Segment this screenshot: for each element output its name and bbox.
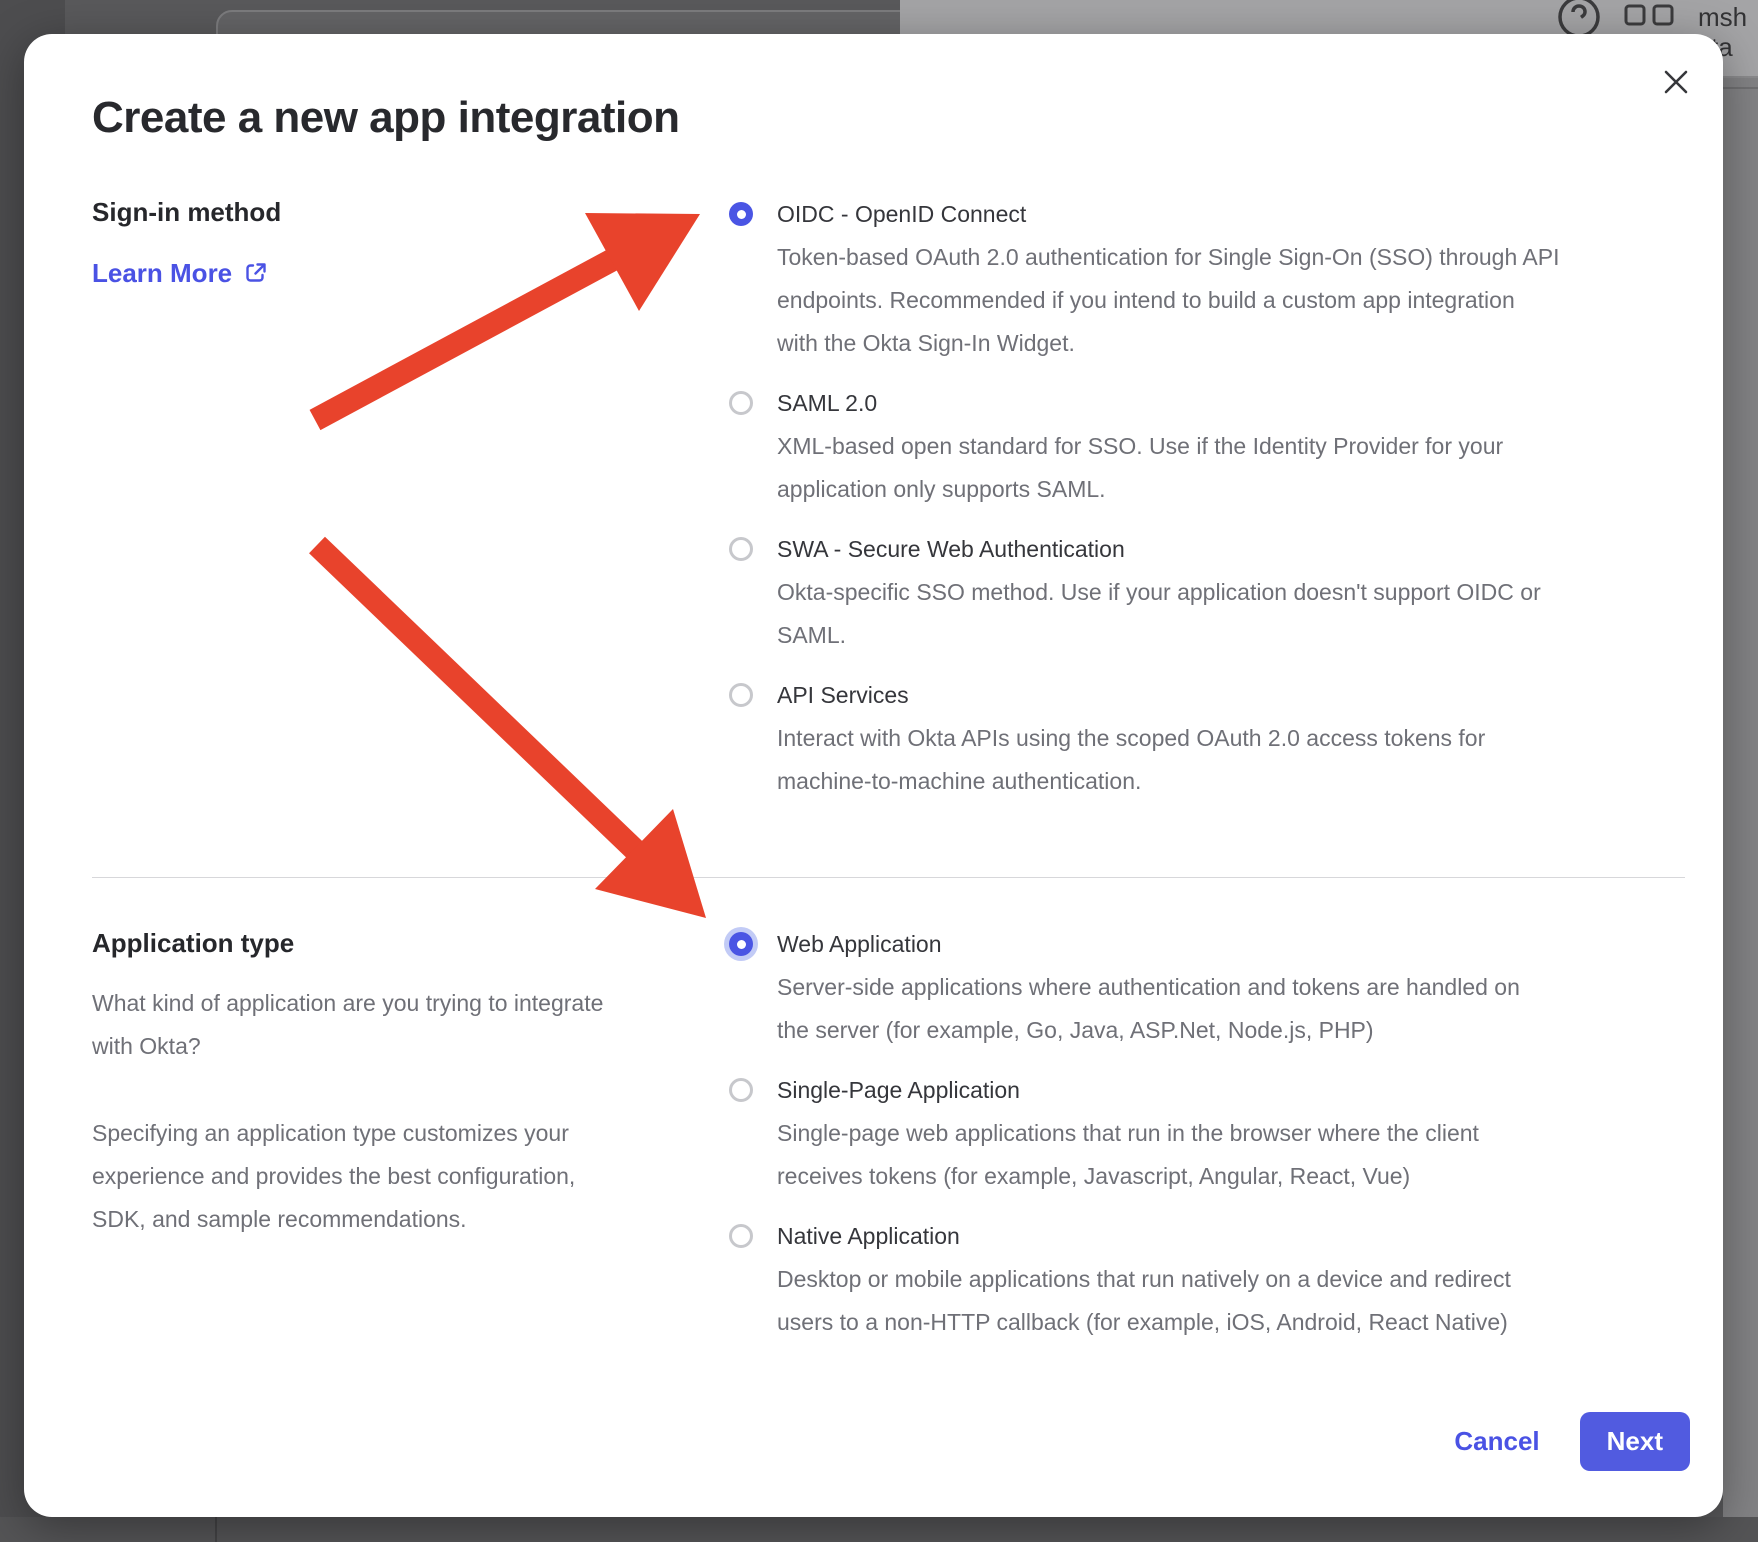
learn-more-link[interactable]: Learn More <box>92 256 268 290</box>
radio-saml[interactable] <box>729 391 753 415</box>
option-web-application-description: Server-side applications where authentic… <box>777 966 1520 1052</box>
option-oidc[interactable]: OIDC - OpenID Connect Token-based OAuth … <box>729 193 1694 365</box>
option-swa[interactable]: SWA - Secure Web Authentication Okta-spe… <box>729 528 1694 657</box>
option-web-application[interactable]: Web Application Server-side applications… <box>729 923 1694 1052</box>
close-icon <box>1661 67 1691 97</box>
option-saml-title: SAML 2.0 <box>777 382 1503 425</box>
option-saml-description: XML-based open standard for SSO. Use if … <box>777 425 1503 511</box>
radio-web-application-selected[interactable] <box>729 932 753 956</box>
option-web-application-title: Web Application <box>777 923 1520 966</box>
signin-method-options: OIDC - OpenID Connect Token-based OAuth … <box>729 193 1694 820</box>
background-bottom-strip <box>0 1517 1758 1542</box>
option-api-services[interactable]: API Services Interact with Okta APIs usi… <box>729 674 1694 803</box>
option-oidc-title: OIDC - OpenID Connect <box>777 193 1559 236</box>
background-header-border <box>1723 87 1758 89</box>
section-divider <box>92 877 1685 878</box>
radio-api-services[interactable] <box>729 683 753 707</box>
radio-oidc-selected[interactable] <box>729 202 753 226</box>
option-single-page-application[interactable]: Single-Page Application Single-page web … <box>729 1069 1694 1198</box>
create-app-integration-dialog: Create a new app integration Sign-in met… <box>24 34 1723 1517</box>
background-bottom-divider <box>215 1517 217 1542</box>
application-type-question: What kind of application are you trying … <box>92 982 717 1068</box>
radio-single-page-application[interactable] <box>729 1078 753 1102</box>
application-type-heading: Application type <box>92 926 294 960</box>
option-api-services-title: API Services <box>777 674 1485 717</box>
next-button[interactable]: Next <box>1580 1412 1690 1471</box>
dialog-footer: Cancel Next <box>1454 1412 1690 1471</box>
option-single-page-application-description: Single-page web applications that run in… <box>777 1112 1479 1198</box>
learn-more-label: Learn More <box>92 256 232 290</box>
radio-native-application[interactable] <box>729 1224 753 1248</box>
option-single-page-application-title: Single-Page Application <box>777 1069 1479 1112</box>
application-type-options: Web Application Server-side applications… <box>729 923 1694 1361</box>
option-oidc-description: Token-based OAuth 2.0 authentication for… <box>777 236 1559 365</box>
signin-method-heading: Sign-in method <box>92 195 281 229</box>
external-link-icon <box>244 261 268 285</box>
background-right-strip <box>1723 78 1758 1517</box>
cancel-button[interactable]: Cancel <box>1454 1426 1539 1457</box>
option-native-application[interactable]: Native Application Desktop or mobile app… <box>729 1215 1694 1344</box>
option-swa-title: SWA - Secure Web Authentication <box>777 528 1541 571</box>
close-button[interactable] <box>1654 60 1698 104</box>
account-text-line1: msh <box>1698 2 1747 32</box>
radio-swa[interactable] <box>729 537 753 561</box>
apps-grid-icon <box>1624 4 1676 33</box>
option-native-application-title: Native Application <box>777 1215 1511 1258</box>
dialog-title: Create a new app integration <box>92 90 679 146</box>
option-saml[interactable]: SAML 2.0 XML-based open standard for SSO… <box>729 382 1694 511</box>
option-api-services-description: Interact with Okta APIs using the scoped… <box>777 717 1485 803</box>
option-swa-description: Okta-specific SSO method. Use if your ap… <box>777 571 1541 657</box>
application-type-note: Specifying an application type customize… <box>92 1112 717 1241</box>
option-native-application-description: Desktop or mobile applications that run … <box>777 1258 1511 1344</box>
